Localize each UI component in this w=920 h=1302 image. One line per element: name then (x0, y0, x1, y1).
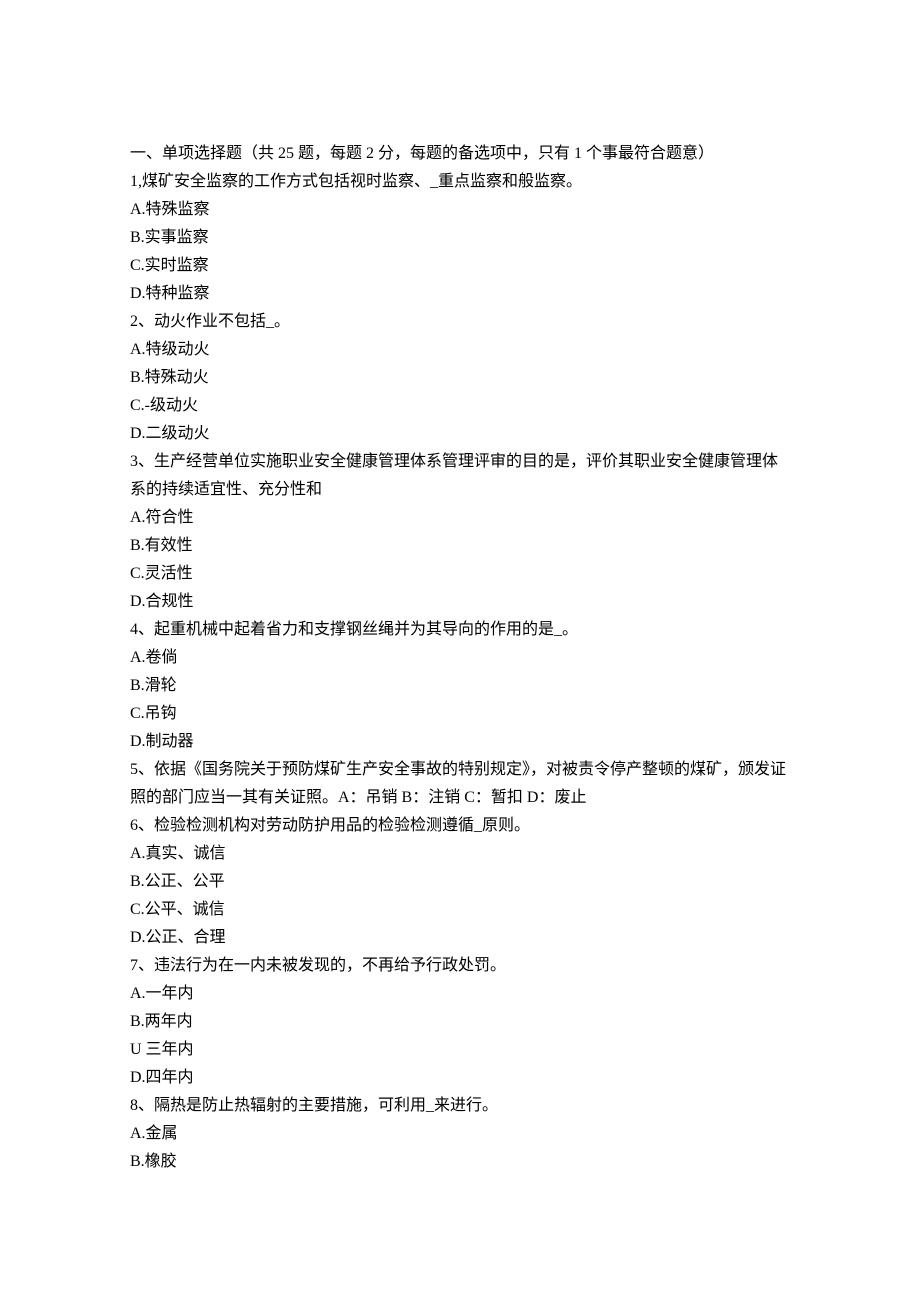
question-option: D.合规性 (130, 588, 790, 616)
question-option: B.特殊动火 (130, 364, 790, 392)
question-option: C.吊钩 (130, 700, 790, 728)
question-option: C.灵活性 (130, 560, 790, 588)
question-option: A.真实、诚信 (130, 840, 790, 868)
question-stem: 4、起重机械中起着省力和支撑钢丝绳并为其导向的作用的是_。 (130, 616, 790, 644)
question-option: D.四年内 (130, 1064, 790, 1092)
question-option: A.卷倘 (130, 644, 790, 672)
question-option: B.公正、公平 (130, 868, 790, 896)
question-option: C.公平、诚信 (130, 896, 790, 924)
question-option: B.滑轮 (130, 672, 790, 700)
section-header: 一、单项选择题（共 25 题，每题 2 分，每题的备选项中，只有 1 个事最符合… (130, 140, 790, 168)
question-option: C.实时监察 (130, 252, 790, 280)
question-option: D.二级动火 (130, 420, 790, 448)
question-option: A.特殊监察 (130, 196, 790, 224)
question-option: B.两年内 (130, 1008, 790, 1036)
question-option: B.有效性 (130, 532, 790, 560)
question-stem: 6、检验检测机构对劳动防护用品的检验检测遵循_原则。 (130, 812, 790, 840)
question-stem: 7、违法行为在一内未被发现的，不再给予行政处罚。 (130, 952, 790, 980)
question-option: D.特种监察 (130, 280, 790, 308)
question-option: A.金属 (130, 1120, 790, 1148)
question-option: A.特级动火 (130, 336, 790, 364)
question-option: B.实事监察 (130, 224, 790, 252)
question-option: D.制动器 (130, 728, 790, 756)
question-option: D.公正、合理 (130, 924, 790, 952)
question-option: B.橡胶 (130, 1148, 790, 1176)
question-stem: 1,煤矿安全监察的工作方式包括视时监察、_重点监察和般监察。 (130, 168, 790, 196)
question-option: U 三年内 (130, 1036, 790, 1064)
question-option: A.一年内 (130, 980, 790, 1008)
question-stem: 2、动火作业不包括_。 (130, 308, 790, 336)
question-stem: 5、依据《国务院关于预防煤矿生产安全事故的特别规定》，对被责令停产整顿的煤矿，颁… (130, 756, 790, 812)
question-stem: 8、隔热是防止热辐射的主要措施，可利用_来进行。 (130, 1092, 790, 1120)
question-option: A.符合性 (130, 504, 790, 532)
question-stem: 3、生产经营单位实施职业安全健康管理体系管理评审的目的是，评价其职业安全健康管理… (130, 448, 790, 504)
question-option: C.-级动火 (130, 392, 790, 420)
question-list: 1,煤矿安全监察的工作方式包括视时监察、_重点监察和般监察。A.特殊监察B.实事… (130, 168, 790, 1176)
